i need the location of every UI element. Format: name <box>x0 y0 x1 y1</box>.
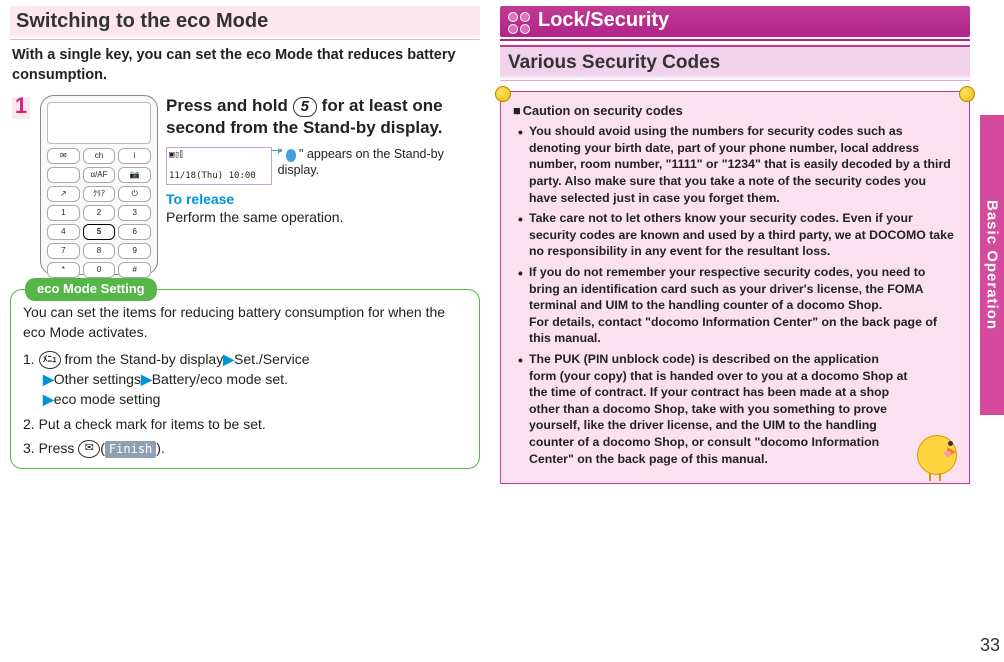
menu-key-icon: ﾒﾆｭ <box>39 351 61 369</box>
eco-step1-d: Battery/eco mode set. <box>152 371 288 387</box>
mini-caption-post: " appears on the Stand-by display. <box>278 147 444 177</box>
eco-step-3: 3. Press ✉(Finish). <box>23 438 467 458</box>
chick-illustration <box>911 429 963 479</box>
clover-icon <box>508 12 530 34</box>
various-security-codes-title: Various Security Codes <box>500 45 970 81</box>
eco-step1-a: from the Stand-by display <box>61 351 224 367</box>
eco-step-2: 2. Put a check mark for items to be set. <box>23 414 467 434</box>
eco-mode-title: Switching to the eco Mode <box>10 6 480 40</box>
arrow-icon: ▶ <box>43 391 54 407</box>
to-release-label: To release <box>166 191 480 207</box>
finish-softkey: Finish <box>105 441 156 458</box>
caution-heading: Caution on security codes <box>513 102 957 119</box>
eco-step3-pre: 3. Press <box>23 440 78 456</box>
caution-bullet: The PUK (PIN unblock code) is described … <box>513 351 957 467</box>
phone-illustration: ✉chi α/AF📷 ↗ｸﾘｱ⏻ 123 456 789 *0# <box>40 95 158 275</box>
arrow-icon: ▶ <box>223 351 234 367</box>
eco-step1-c: Other settings <box>54 371 141 387</box>
lock-security-header: Lock/Security <box>500 6 970 37</box>
step-1-row: 1 ✉chi α/AF📷 ↗ｸﾘｱ⏻ 123 456 789 *0# Press… <box>10 95 480 275</box>
to-release-text: Perform the same operation. <box>166 209 480 225</box>
key-5-icon: 5 <box>293 97 317 117</box>
pin-icon <box>495 86 511 102</box>
mail-key-icon: ✉ <box>78 440 100 458</box>
step-instruction: Press and hold 5 for at least one second… <box>166 95 480 139</box>
arrow-icon: ▶ <box>141 371 152 387</box>
eco-icon <box>286 149 296 162</box>
eco-step1-e: eco mode setting <box>54 391 161 407</box>
eco-step1-num: 1. <box>23 351 39 367</box>
mini-display-datetime: 11/18(Thu) 10:00 <box>169 171 269 182</box>
caution-bullet: Take care not to let others know your se… <box>513 210 957 260</box>
caution-board: Caution on security codes You should avo… <box>500 91 970 484</box>
eco-mode-setting-tab: eco Mode Setting <box>25 278 157 301</box>
eco-step3-paren-close: ). <box>156 440 165 456</box>
pin-icon <box>959 86 975 102</box>
page-number: 33 <box>980 635 1000 656</box>
instr-pre: Press and hold <box>166 96 293 115</box>
eco-box-intro: You can set the items for reducing batte… <box>23 302 467 343</box>
mini-caption: " " appears on the Stand-by display. <box>278 147 480 178</box>
eco-mode-lead: With a single key, you can set the eco M… <box>12 46 478 85</box>
eco-mode-setting-box: eco Mode Setting You can set the items f… <box>10 289 480 469</box>
step-number: 1 <box>10 95 32 275</box>
side-tab-area: Basic Operation <box>980 0 1004 662</box>
mini-display-icons: ▣▯⫿ <box>169 150 269 161</box>
caution-bullet: If you do not remember your respective s… <box>513 264 957 347</box>
lock-security-title: Lock/Security <box>538 9 669 31</box>
standby-mini-display: ▣▯⫿ 11/18(Thu) 10:00 <box>166 147 272 185</box>
eco-step1-b: Set./Service <box>234 351 309 367</box>
eco-step-1: 1. ﾒﾆｭ from the Stand-by display▶Set./Se… <box>23 349 467 410</box>
side-tab-basic-operation: Basic Operation <box>980 115 1004 415</box>
arrow-icon: ▶ <box>43 371 54 387</box>
caution-bullet: You should avoid using the numbers for s… <box>513 123 957 206</box>
